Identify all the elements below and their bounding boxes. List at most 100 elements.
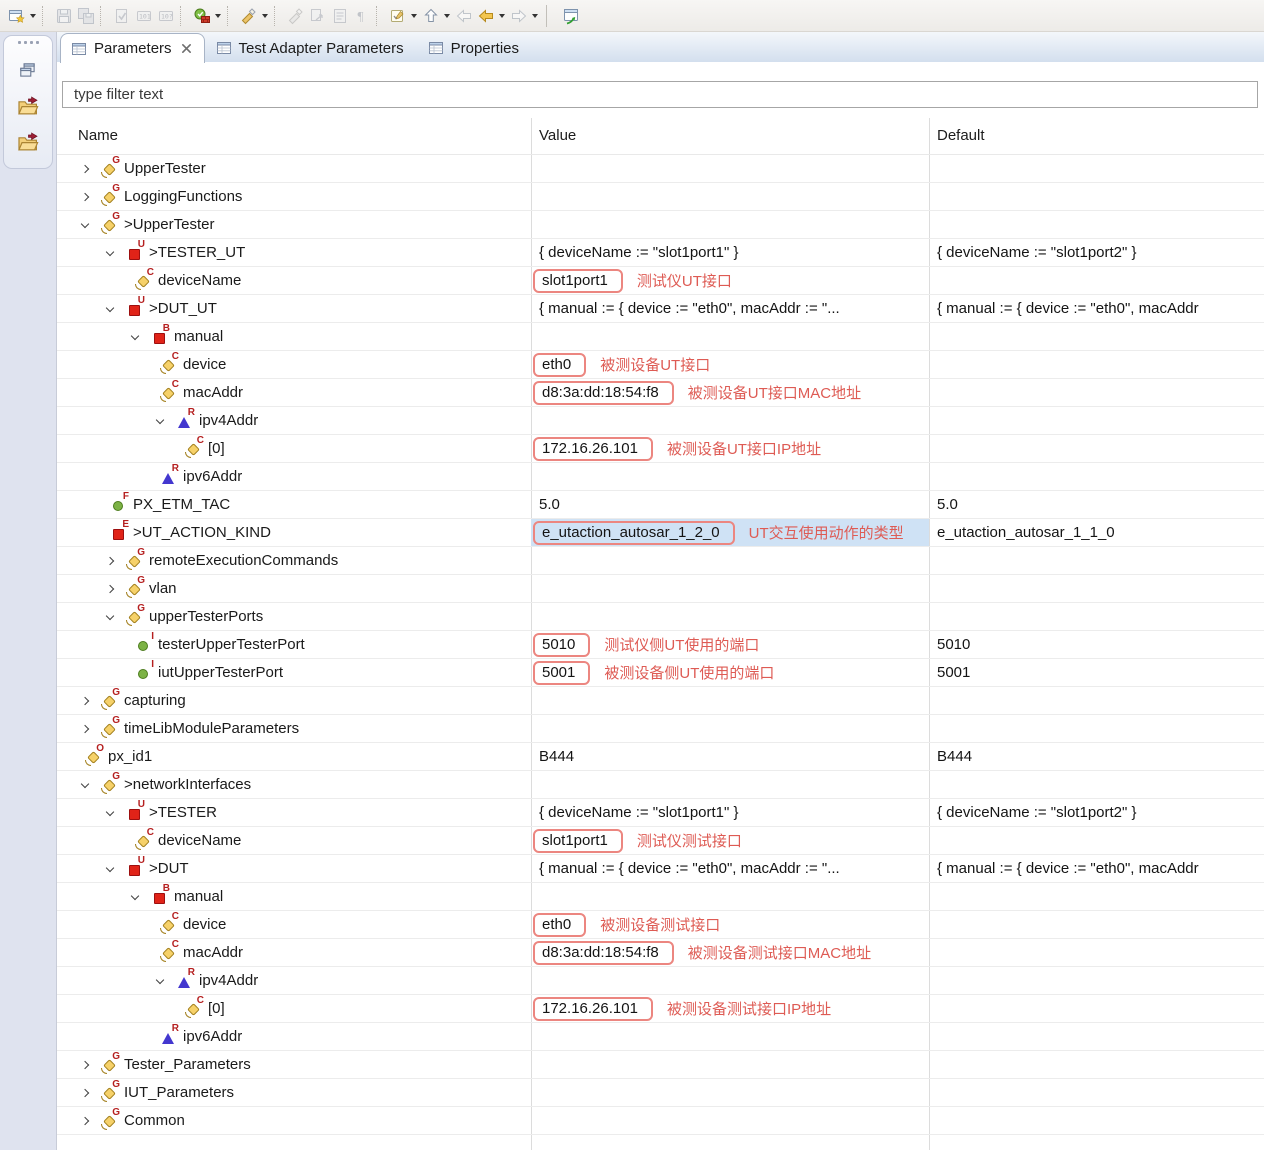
table-row[interactable]: Cdeviceeth0被测设备UT接口 — [57, 351, 1264, 379]
table-row[interactable]: C[0]172.16.26.101被测设备测试接口IP地址 — [57, 995, 1264, 1023]
chevron-down-icon[interactable] — [103, 251, 127, 255]
table-row[interactable]: CmacAddrd8:3a:dd:18:54:f8被测设备测试接口MAC地址 — [57, 939, 1264, 967]
param-name: px_id1 — [108, 748, 152, 765]
table-row[interactable]: U>DUT{ manual := { device := "eth0", mac… — [57, 855, 1264, 883]
table-row[interactable]: GCommon — [57, 1107, 1264, 1135]
param-name: device — [183, 916, 226, 933]
dropdown-arrow-icon[interactable] — [499, 14, 505, 18]
chevron-right-icon[interactable] — [78, 1062, 102, 1068]
codegen2-icon[interactable]: 10? — [155, 4, 177, 28]
save-icon[interactable] — [53, 4, 75, 28]
table-row[interactable]: CdeviceNameslot1port1测试仪UT接口 — [57, 267, 1264, 295]
chevron-right-icon[interactable] — [103, 586, 127, 592]
chevron-down-icon[interactable] — [128, 335, 152, 339]
table-row[interactable]: U>DUT_UT{ manual := { device := "eth0", … — [57, 295, 1264, 323]
param-name: remoteExecutionCommands — [149, 552, 338, 569]
format-brush-icon[interactable] — [238, 4, 260, 28]
chevron-down-icon[interactable] — [103, 307, 127, 311]
drag-handle-icon[interactable] — [18, 41, 39, 44]
annotation-box: e_utaction_autosar_1_2_0 — [533, 521, 735, 545]
table-row[interactable]: GtimeLibModuleParameters — [57, 715, 1264, 743]
table-row[interactable]: FPX_ETM_TAC5.05.0 — [57, 491, 1264, 519]
folder-shortcut-icon[interactable] — [15, 94, 41, 118]
brush-disabled-icon[interactable] — [285, 4, 307, 28]
table-row[interactable]: Ripv4Addr — [57, 967, 1264, 995]
param-name: manual — [174, 888, 223, 905]
chevron-right-icon[interactable] — [78, 1090, 102, 1096]
dropdown-arrow-icon[interactable] — [30, 14, 36, 18]
validate-icon[interactable] — [111, 4, 133, 28]
chevron-right-icon[interactable] — [78, 1118, 102, 1124]
chevron-down-icon[interactable] — [128, 895, 152, 899]
annotation-text: 被测设备测试接口MAC地址 — [688, 942, 871, 963]
chevron-right-icon[interactable] — [78, 726, 102, 732]
compile-icon[interactable] — [191, 4, 213, 28]
tab-test-adapter-parameters[interactable]: Test Adapter Parameters — [205, 33, 417, 62]
table-row[interactable]: G>UpperTester — [57, 211, 1264, 239]
record_of-type-icon: R — [161, 1029, 177, 1045]
table-row[interactable]: GIUT_Parameters — [57, 1079, 1264, 1107]
tab-parameters[interactable]: Parameters — [60, 33, 205, 63]
chevron-down-icon[interactable] — [78, 783, 102, 787]
table-row[interactable]: Opx_id1B444B444 — [57, 743, 1264, 771]
table-row[interactable]: ItesterUpperTesterPort5010测试仪侧UT使用的端口501… — [57, 631, 1264, 659]
table-row[interactable]: GupperTesterPorts — [57, 603, 1264, 631]
close-icon[interactable] — [181, 43, 192, 54]
filter-input[interactable] — [62, 81, 1258, 108]
chevron-down-icon[interactable] — [103, 867, 127, 871]
tab-label: Test Adapter Parameters — [239, 40, 404, 57]
pilcrow-icon[interactable]: ¶ — [351, 4, 373, 28]
doc-outline-icon[interactable] — [329, 4, 351, 28]
forward-arrow-icon[interactable] — [508, 4, 530, 28]
table-row[interactable]: U>TESTER{ deviceName := "slot1port1" }{ … — [57, 799, 1264, 827]
table-row[interactable]: Bmanual — [57, 883, 1264, 911]
last-edit-location-icon[interactable] — [560, 4, 582, 28]
table-row[interactable]: Ripv6Addr — [57, 1023, 1264, 1051]
table-row[interactable]: CmacAddrd8:3a:dd:18:54:f8被测设备UT接口MAC地址 — [57, 379, 1264, 407]
table-row[interactable]: GTester_Parameters — [57, 1051, 1264, 1079]
dropdown-arrow-icon[interactable] — [444, 14, 450, 18]
table-row[interactable]: GremoteExecutionCommands — [57, 547, 1264, 575]
table-row[interactable]: Ripv4Addr — [57, 407, 1264, 435]
save-all-icon[interactable] — [75, 4, 97, 28]
chevron-right-icon[interactable] — [78, 194, 102, 200]
chevron-down-icon[interactable] — [103, 615, 127, 619]
table-row[interactable]: IiutUpperTesterPort5001被测设备侧UT使用的端口5001 — [57, 659, 1264, 687]
table-row[interactable]: Cdeviceeth0被测设备测试接口 — [57, 911, 1264, 939]
table-row[interactable]: Gcapturing — [57, 687, 1264, 715]
table-row[interactable]: Bmanual — [57, 323, 1264, 351]
chevron-down-icon[interactable] — [103, 811, 127, 815]
table-row[interactable]: Gvlan — [57, 575, 1264, 603]
column-header-default[interactable]: Default — [937, 127, 985, 144]
back-arrow-active-icon[interactable] — [475, 4, 497, 28]
table-row[interactable]: G>networkInterfaces — [57, 771, 1264, 799]
link-editor-icon[interactable] — [307, 4, 329, 28]
folder-shortcut-icon-2[interactable] — [15, 130, 41, 154]
dropdown-arrow-icon[interactable] — [215, 14, 221, 18]
chevron-down-icon[interactable] — [153, 419, 177, 423]
task-icon[interactable] — [387, 4, 409, 28]
chevron-right-icon[interactable] — [103, 558, 127, 564]
back-arrow-icon[interactable] — [453, 4, 475, 28]
table-row[interactable]: CdeviceNameslot1port1测试仪测试接口 — [57, 827, 1264, 855]
up-arrow-icon[interactable] — [420, 4, 442, 28]
column-header-name[interactable]: Name — [78, 127, 118, 144]
table-row[interactable]: E>UT_ACTION_KINDe_utaction_autosar_1_2_0… — [57, 519, 1264, 547]
table-row[interactable]: GUpperTester — [57, 155, 1264, 183]
dropdown-arrow-icon[interactable] — [532, 14, 538, 18]
restore-views-icon[interactable] — [15, 58, 41, 82]
table-row[interactable]: C[0]172.16.26.101被测设备UT接口IP地址 — [57, 435, 1264, 463]
codegen-icon[interactable]: 101 — [133, 4, 155, 28]
dropdown-arrow-icon[interactable] — [262, 14, 268, 18]
chevron-down-icon[interactable] — [153, 979, 177, 983]
chevron-down-icon[interactable] — [78, 223, 102, 227]
tab-properties[interactable]: Properties — [417, 33, 532, 62]
table-row[interactable]: GLoggingFunctions — [57, 183, 1264, 211]
chevron-right-icon[interactable] — [78, 698, 102, 704]
new-wizard-icon[interactable] — [6, 4, 28, 28]
chevron-right-icon[interactable] — [78, 166, 102, 172]
column-header-value[interactable]: Value — [539, 127, 576, 144]
dropdown-arrow-icon[interactable] — [411, 14, 417, 18]
table-row[interactable]: U>TESTER_UT{ deviceName := "slot1port1" … — [57, 239, 1264, 267]
table-row[interactable]: Ripv6Addr — [57, 463, 1264, 491]
